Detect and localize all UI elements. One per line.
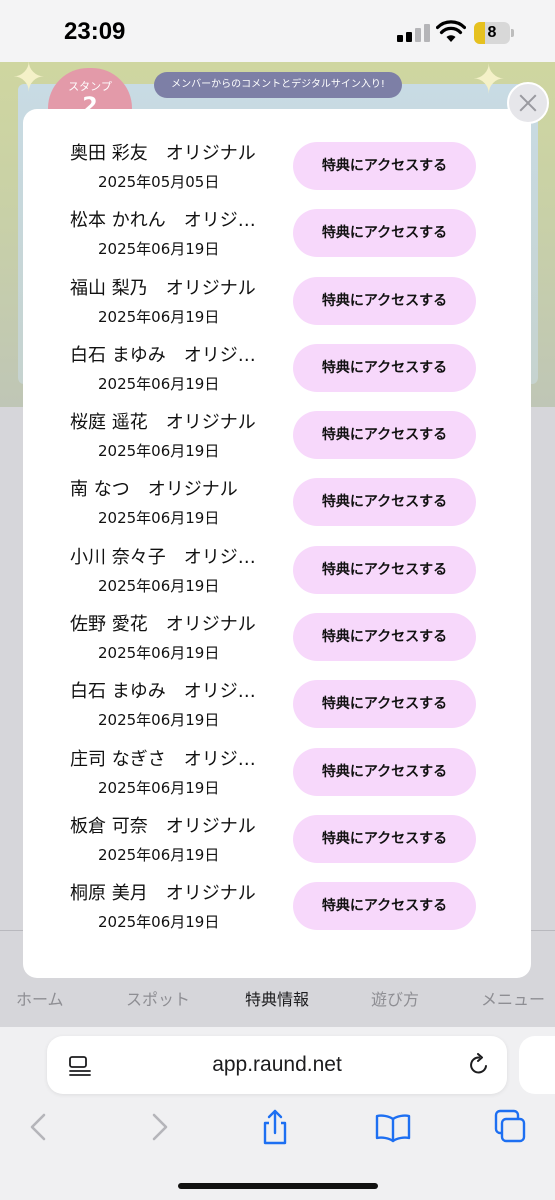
- list-item: 松本 かれん オリジナル 2025年06月19日 特典にアクセスする: [23, 206, 531, 262]
- list-item: 福山 梨乃 オリジナル 2025年06月19日 特典にアクセスする: [23, 274, 531, 330]
- perk-title: 佐野 愛花 オリジナル: [70, 614, 256, 635]
- sparkle-icon: ✦: [12, 62, 46, 101]
- tab-spot[interactable]: スポット: [126, 986, 190, 1010]
- list-item: 白石 まゆみ オリジナル 2025年06月19日 特典にアクセスする: [23, 341, 531, 397]
- perk-date: 2025年06月19日: [98, 644, 220, 662]
- list-item: 小川 奈々子 オリジナル 2025年06月19日 特典にアクセスする: [23, 543, 531, 599]
- perk-date: 2025年06月19日: [98, 846, 220, 864]
- status-time: 23:09: [64, 18, 126, 45]
- tabs-icon[interactable]: [490, 1107, 530, 1147]
- perk-date: 2025年05月05日: [98, 173, 220, 191]
- list-item: 桜庭 遥花 オリジナル 2025年06月19日 特典にアクセスする: [23, 408, 531, 464]
- perk-date: 2025年06月19日: [98, 308, 220, 326]
- cellular-signal-icon: [397, 24, 431, 42]
- perk-title: 奥田 彩友 オリジナル: [70, 143, 256, 164]
- list-item: 庄司 なぎさ オリジナル 2025年06月19日 特典にアクセスする: [23, 745, 531, 801]
- tab-how-to-play[interactable]: 遊び方: [371, 986, 419, 1010]
- reload-icon[interactable]: [467, 1053, 491, 1077]
- battery-level: 8: [487, 24, 497, 41]
- sparkle-icon: ✦: [472, 62, 506, 103]
- perk-date: 2025年06月19日: [98, 442, 220, 460]
- list-item: 佐野 愛花 オリジナル 2025年06月19日 特典にアクセスする: [23, 610, 531, 666]
- stamp-label: スタンプ: [68, 80, 112, 93]
- list-item: 奥田 彩友 オリジナル 2025年05月05日 特典にアクセスする: [23, 139, 531, 195]
- access-perk-button[interactable]: 特典にアクセスする: [293, 344, 476, 392]
- tab-home[interactable]: ホーム: [16, 986, 64, 1010]
- access-perk-button[interactable]: 特典にアクセスする: [293, 748, 476, 796]
- perk-date: 2025年06月19日: [98, 779, 220, 797]
- access-perk-button[interactable]: 特典にアクセスする: [293, 209, 476, 257]
- list-item: 板倉 可奈 オリジナル 2025年06月19日 特典にアクセスする: [23, 812, 531, 868]
- perk-title: 白石 まゆみ オリジナル: [70, 345, 266, 366]
- perk-title: 福山 梨乃 オリジナル: [70, 278, 256, 299]
- list-item: 白石 まゆみ オリジナル 2025年06月19日 特典にアクセスする: [23, 677, 531, 733]
- perk-list-modal: 奥田 彩友 オリジナル 2025年05月05日 特典にアクセスする 松本 かれん…: [23, 109, 531, 978]
- share-icon[interactable]: [255, 1107, 295, 1147]
- perk-title: 桐原 美月 オリジナル: [70, 883, 256, 904]
- access-perk-button[interactable]: 特典にアクセスする: [293, 277, 476, 325]
- perk-title: 白石 まゆみ オリジナル: [70, 681, 266, 702]
- perk-date: 2025年06月19日: [98, 509, 220, 527]
- access-perk-button[interactable]: 特典にアクセスする: [293, 815, 476, 863]
- perk-title: 庄司 なぎさ オリジナル: [70, 749, 266, 770]
- bookmarks-icon[interactable]: [373, 1107, 413, 1147]
- perk-date: 2025年06月19日: [98, 913, 220, 931]
- browser-toolbar: app.raund.net: [0, 1027, 555, 1200]
- access-perk-button[interactable]: 特典にアクセスする: [293, 478, 476, 526]
- perk-date: 2025年06月19日: [98, 577, 220, 595]
- access-perk-button[interactable]: 特典にアクセスする: [293, 411, 476, 459]
- perk-date: 2025年06月19日: [98, 711, 220, 729]
- status-bar: 23:09 8: [0, 0, 555, 62]
- back-icon[interactable]: [20, 1107, 60, 1147]
- url-text: app.raund.net: [212, 1053, 342, 1076]
- banner-pill: メンバーからのコメントとデジタルサイン入り!: [154, 72, 402, 98]
- perk-title: 桜庭 遥花 オリジナル: [70, 412, 256, 433]
- list-item: 桐原 美月 オリジナル 2025年06月19日 特典にアクセスする: [23, 879, 531, 935]
- banner-pill-text: メンバーからのコメントとデジタルサイン入り!: [171, 79, 385, 90]
- wifi-icon: [436, 20, 466, 42]
- address-bar[interactable]: app.raund.net: [47, 1036, 507, 1094]
- close-modal-button[interactable]: [507, 82, 549, 124]
- perk-title: 板倉 可奈 オリジナル: [70, 816, 256, 837]
- access-perk-button[interactable]: 特典にアクセスする: [293, 680, 476, 728]
- tab-perks[interactable]: 特典情報: [245, 986, 309, 1010]
- perk-title: 南 なつ オリジナル: [70, 479, 238, 500]
- perk-date: 2025年06月19日: [98, 240, 220, 258]
- forward-icon[interactable]: [138, 1107, 178, 1147]
- access-perk-button[interactable]: 特典にアクセスする: [293, 882, 476, 930]
- access-perk-button[interactable]: 特典にアクセスする: [293, 142, 476, 190]
- perk-title: 小川 奈々子 オリジナル: [70, 547, 266, 568]
- access-perk-button[interactable]: 特典にアクセスする: [293, 546, 476, 594]
- battery-icon: 8: [474, 22, 514, 44]
- tab-menu[interactable]: メニュー: [481, 986, 545, 1010]
- next-tab-preview[interactable]: [519, 1036, 555, 1094]
- perk-title: 松本 かれん オリジナル: [70, 210, 266, 231]
- access-perk-button[interactable]: 特典にアクセスする: [293, 613, 476, 661]
- home-indicator: [178, 1183, 378, 1189]
- list-item: 南 なつ オリジナル 2025年06月19日 特典にアクセスする: [23, 475, 531, 531]
- perk-date: 2025年06月19日: [98, 375, 220, 393]
